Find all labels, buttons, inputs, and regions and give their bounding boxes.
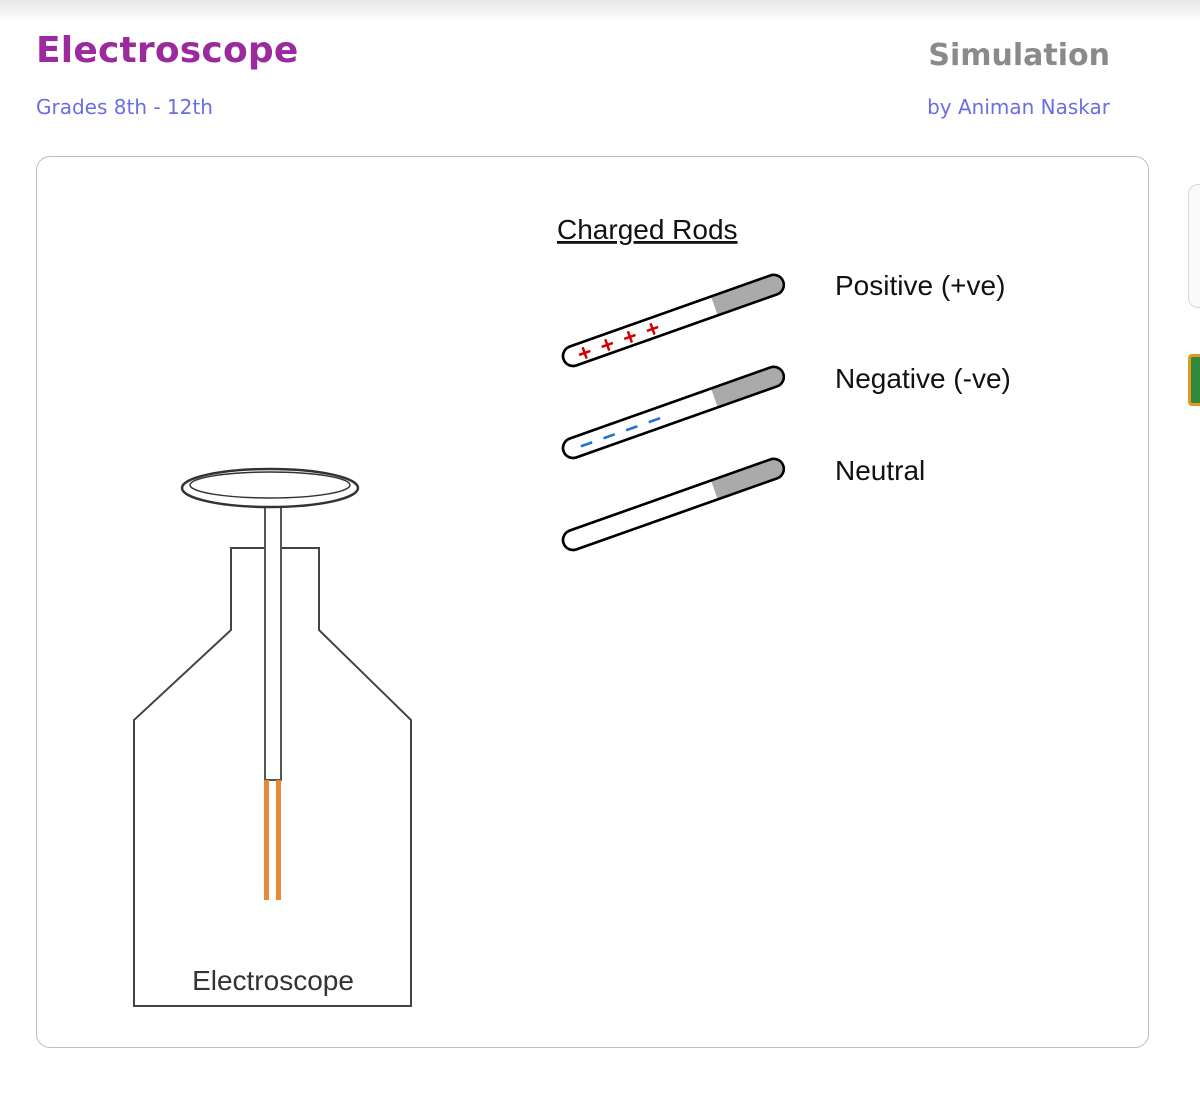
simulation-canvas: Charged Rods Positive (+ve) Negative (-v… [133, 214, 1011, 1007]
charged-rods-heading: Charged Rods [557, 214, 738, 245]
neutral-rod[interactable] [560, 456, 786, 553]
negative-rod[interactable] [560, 364, 786, 461]
rod-handle [711, 275, 783, 315]
electroscope: Electroscope [133, 467, 412, 1007]
metal-rod [264, 497, 282, 781]
rod-handle [711, 459, 783, 499]
gold-leaf-right [276, 780, 281, 900]
positive-rod[interactable] [560, 272, 786, 369]
gold-leaf-left [264, 780, 269, 900]
electroscope-label: Electroscope [192, 965, 354, 996]
negative-rod-label: Negative (-ve) [835, 363, 1011, 394]
neutral-rod-label: Neutral [835, 455, 925, 486]
positive-rod-label: Positive (+ve) [835, 270, 1005, 301]
metal-disc [180, 467, 360, 509]
rod-handle [711, 367, 783, 407]
